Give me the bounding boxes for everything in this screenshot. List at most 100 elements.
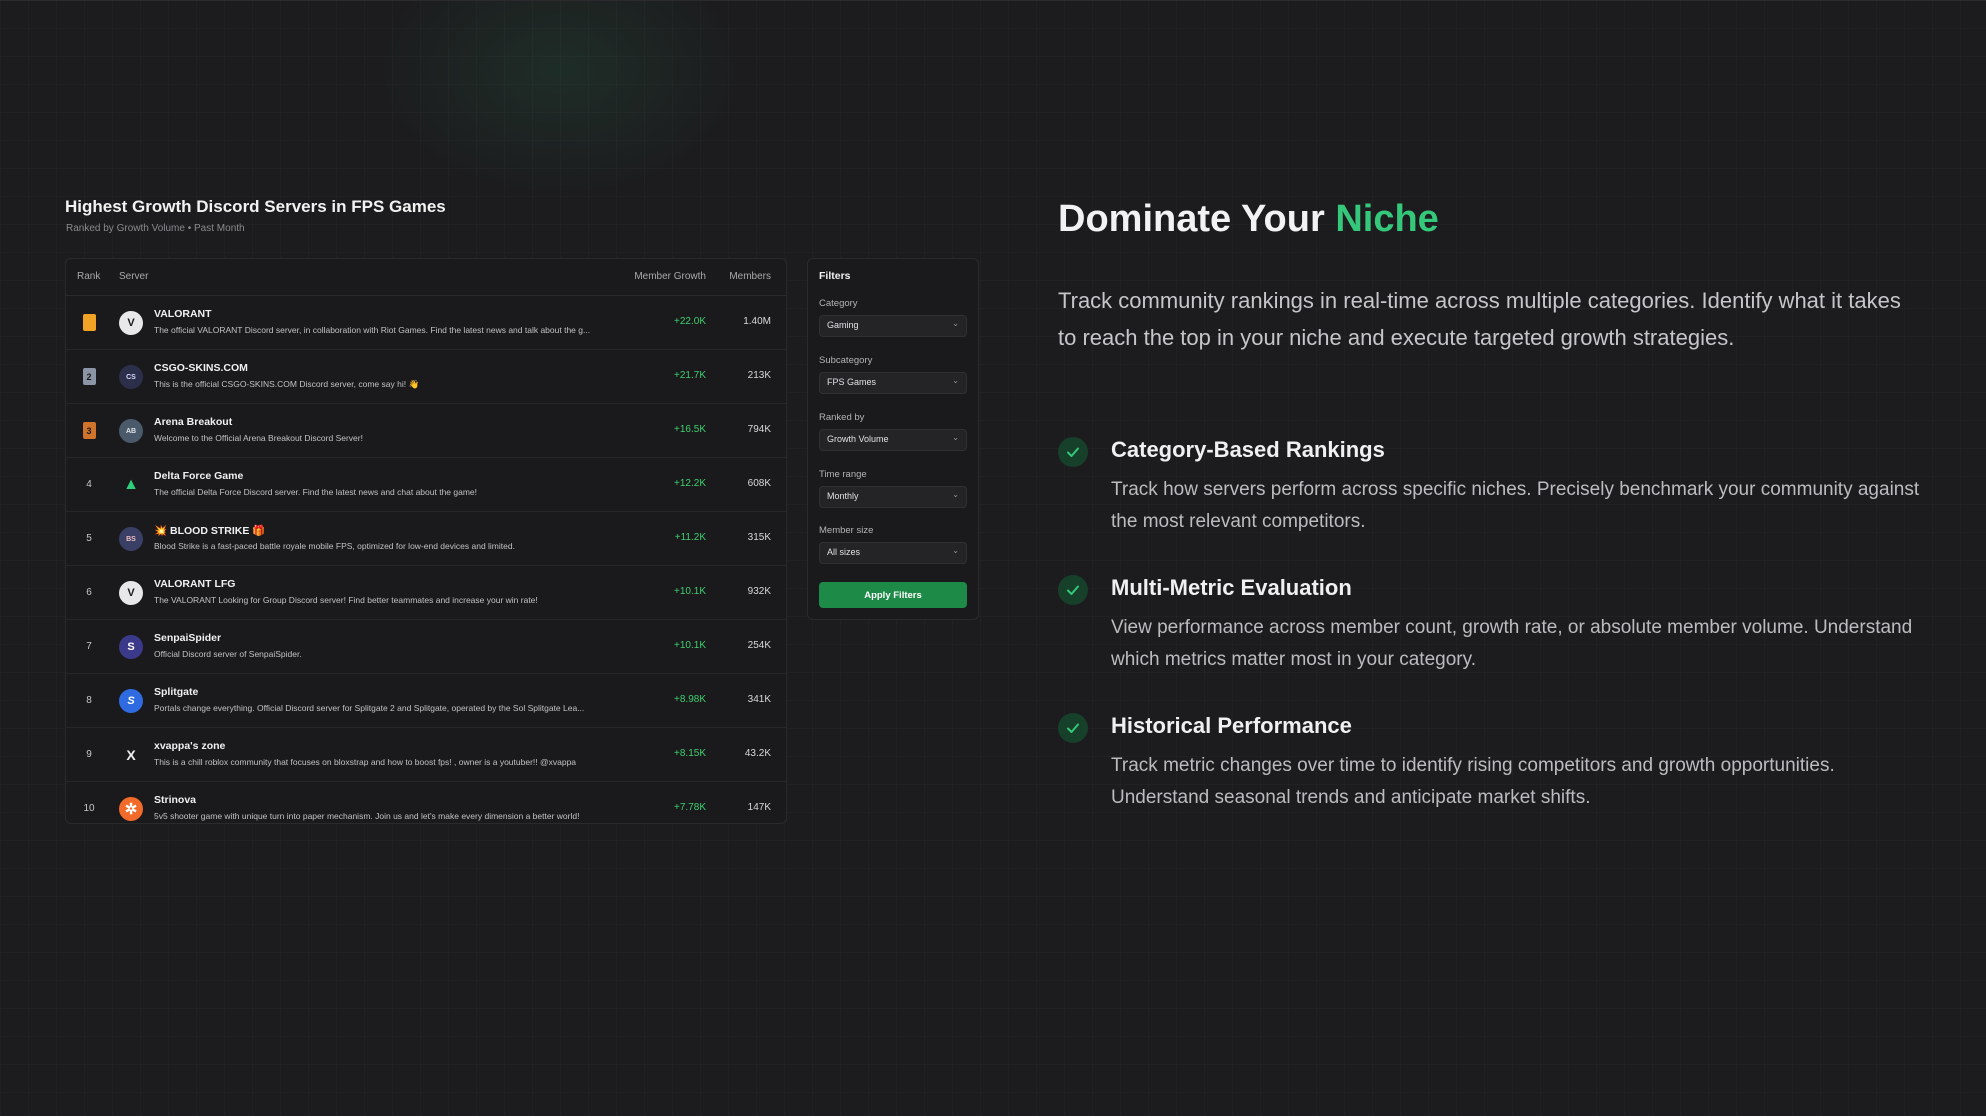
member-growth: +16.5K [674, 424, 706, 435]
table-row[interactable]: 3 AB Arena Breakout Welcome to the Offic… [66, 404, 786, 458]
member-growth: +10.1K [674, 586, 706, 597]
server-description: The official VALORANT Discord server, in… [154, 325, 591, 335]
member-growth: +7.78K [674, 802, 706, 813]
rank-number: 10 [83, 803, 95, 814]
ranked-by-label: Ranked by [819, 412, 865, 423]
avatar: CS [119, 365, 143, 389]
category-label: Category [819, 298, 858, 309]
filters-title: Filters [819, 270, 851, 282]
member-count: 147K [747, 802, 771, 813]
server-description: Official Discord server of SenpaiSpider. [154, 649, 302, 659]
table-row[interactable]: 8 S Splitgate Portals change everything.… [66, 674, 786, 728]
table-row[interactable]: 5 BS 💥 BLOOD STRIKE 🎁 Blood Strike is a … [66, 512, 786, 566]
server-name[interactable]: Arena Breakout [154, 416, 232, 428]
time-range-label: Time range [819, 469, 867, 480]
ranked-by-select[interactable]: Growth Volume ⌄ [819, 429, 967, 451]
avatar: BS [119, 527, 143, 551]
heading-accent: Niche [1335, 198, 1439, 240]
subcategory-select[interactable]: FPS Games ⌄ [819, 372, 967, 394]
category-select[interactable]: Gaming ⌄ [819, 315, 967, 337]
avatar: AB [119, 419, 143, 443]
filters-panel: Filters Category Gaming ⌄ Subcategory FP… [807, 258, 979, 620]
rank-cell: 2 [76, 350, 102, 403]
feature-body: Track metric changes over time to identi… [1111, 755, 1835, 808]
leaderboard-title: Highest Growth Discord Servers in FPS Ga… [65, 197, 446, 216]
server-description: 5v5 shooter game with unique turn into p… [154, 811, 580, 821]
member-size-value: All sizes [827, 547, 861, 557]
ranked-by-value: Growth Volume [827, 434, 889, 444]
table-header: Rank Server Member Growth Members [66, 259, 786, 296]
rank-cell: 3 [76, 404, 102, 457]
leaderboard-subtitle: Ranked by Growth Volume • Past Month [66, 223, 245, 234]
avatar: ✲ [119, 797, 143, 821]
top-divider [0, 0, 1986, 1]
subcategory-label: Subcategory [819, 355, 873, 366]
server-name[interactable]: Strinova [154, 794, 196, 806]
table-row[interactable]: 6 V VALORANT LFG The VALORANT Looking fo… [66, 566, 786, 620]
table-row[interactable]: 10 ✲ Strinova 5v5 shooter game with uniq… [66, 782, 786, 823]
server-description: This is the official CSGO-SKINS.COM Disc… [154, 379, 420, 389]
feature-title: Historical Performance [1111, 713, 1352, 738]
member-count: 43.2K [744, 748, 771, 759]
server-name[interactable]: Delta Force Game [154, 470, 243, 482]
server-description: Welcome to the Official Arena Breakout D… [154, 433, 363, 443]
rank-number: 9 [86, 749, 92, 760]
table-row[interactable]: 9 X xvappa's zone This is a chill roblox… [66, 728, 786, 782]
avatar: V [119, 311, 143, 335]
server-name[interactable]: CSGO-SKINS.COM [154, 362, 248, 374]
member-growth: +12.2K [674, 478, 706, 489]
member-count: 315K [747, 532, 771, 543]
server-description: Portals change everything. Official Disc… [154, 703, 585, 713]
member-growth: +8.15K [674, 748, 706, 759]
feature-title: Category-Based Rankings [1111, 437, 1385, 462]
server-name[interactable]: 💥 BLOOD STRIKE 🎁 [154, 524, 265, 537]
table-row[interactable]: 2 CS CSGO-SKINS.COM This is the official… [66, 350, 786, 404]
chevron-down-icon: ⌄ [952, 433, 959, 442]
bronze-rank-badge-icon: 3 [82, 422, 96, 439]
member-growth: +11.2K [674, 532, 706, 543]
server-name[interactable]: Splitgate [154, 686, 198, 698]
avatar: S [119, 689, 143, 713]
rank-number: 4 [86, 479, 92, 490]
avatar: S [119, 635, 143, 659]
member-size-label: Member size [819, 525, 874, 536]
server-name[interactable]: VALORANT [154, 308, 212, 320]
chevron-down-icon: ⌄ [952, 546, 959, 555]
member-count: 341K [747, 694, 771, 705]
feature-body: Track how servers perform across specifi… [1111, 479, 1920, 532]
member-count: 794K [747, 424, 771, 435]
apply-filters-button[interactable]: Apply Filters [819, 582, 967, 608]
member-count: 932K [747, 586, 771, 597]
member-count: 213K [747, 370, 771, 381]
chevron-down-icon: ⌄ [952, 376, 959, 385]
column-rank[interactable]: Rank [77, 271, 100, 282]
table-row[interactable]: V VALORANT The official VALORANT Discord… [66, 296, 786, 350]
lead-paragraph: Track community rankings in real-time ac… [1058, 288, 1901, 350]
time-range-select[interactable]: Monthly ⌄ [819, 486, 967, 508]
feature-title: Multi-Metric Evaluation [1111, 575, 1352, 600]
member-count: 608K [747, 478, 771, 489]
page-heading: Dominate Your Niche [1058, 198, 1439, 241]
column-member-growth[interactable]: Member Growth [634, 271, 706, 282]
member-growth: +21.7K [674, 370, 706, 381]
member-growth: +22.0K [674, 316, 706, 327]
table-row[interactable]: 4 ▲ Delta Force Game The official Delta … [66, 458, 786, 512]
table-row[interactable]: 7 S SenpaiSpider Official Discord server… [66, 620, 786, 674]
server-description: The VALORANT Looking for Group Discord s… [154, 595, 538, 605]
server-name[interactable]: SenpaiSpider [154, 632, 221, 644]
rank-number: 7 [86, 641, 92, 652]
server-name[interactable]: xvappa's zone [154, 740, 225, 752]
heading-main: Dominate Your [1058, 198, 1336, 240]
chevron-down-icon: ⌄ [952, 319, 959, 328]
column-members[interactable]: Members [729, 271, 771, 282]
member-growth: +10.1K [674, 640, 706, 651]
server-name[interactable]: VALORANT LFG [154, 578, 235, 590]
gold-rank-badge-icon [82, 314, 96, 331]
avatar: V [119, 581, 143, 605]
column-server[interactable]: Server [119, 271, 148, 282]
member-size-select[interactable]: All sizes ⌄ [819, 542, 967, 564]
time-range-value: Monthly [827, 491, 859, 501]
member-count: 1.40M [743, 316, 771, 327]
category-value: Gaming [827, 320, 859, 330]
leaderboard-table: Rank Server Member Growth Members V VALO… [65, 258, 787, 824]
